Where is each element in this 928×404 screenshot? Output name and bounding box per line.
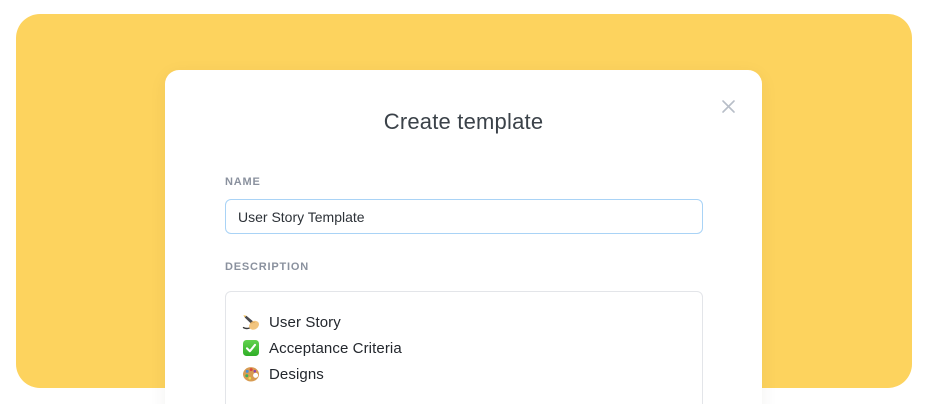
artist-palette-icon: [242, 365, 260, 383]
list-item: Acceptance Criteria: [242, 335, 686, 361]
writing-hand-icon: [242, 313, 260, 331]
description-editor[interactable]: User Story Acceptance Criteria Designs: [225, 291, 703, 404]
description-label: DESCRIPTION: [225, 261, 309, 273]
list-item: Designs: [242, 361, 686, 387]
check-mark-button-icon: [242, 339, 260, 357]
list-item-text: Designs: [269, 365, 324, 383]
template-name-input[interactable]: [225, 199, 703, 234]
list-item-text: User Story: [269, 313, 341, 331]
list-item: User Story: [242, 309, 686, 335]
page-background: Create template NAME DESCRIPTION User St…: [0, 0, 928, 404]
create-template-modal: Create template NAME DESCRIPTION User St…: [165, 70, 762, 404]
list-item-text: Acceptance Criteria: [269, 339, 402, 357]
name-label: NAME: [225, 176, 261, 188]
modal-title: Create template: [383, 109, 544, 134]
